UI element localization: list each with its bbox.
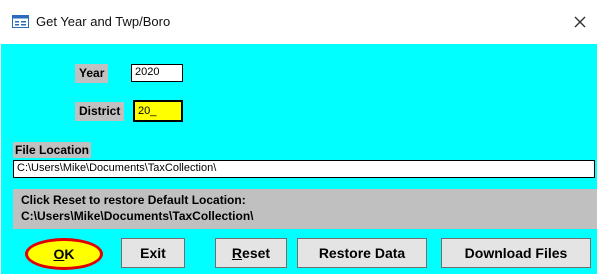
reset-button[interactable]: Reset [215, 238, 287, 268]
reset-info-line2: C:\Users\Mike\Documents\TaxCollection\ [21, 209, 254, 223]
year-label: Year [75, 64, 109, 83]
ok-label-rest: K [64, 246, 75, 262]
close-icon[interactable] [566, 8, 594, 36]
form-body: Year 2020 District 20_ File Location C:\… [1, 44, 597, 274]
district-field[interactable]: 20_ [133, 100, 183, 122]
title-bar[interactable]: Get Year and Twp/Boro [0, 0, 598, 44]
reset-accel: R [231, 245, 243, 261]
exit-button[interactable]: Exit [121, 238, 185, 268]
district-label: District [75, 102, 125, 121]
window-title: Get Year and Twp/Boro [36, 14, 171, 29]
reset-info-panel: Click Reset to restore Default Location:… [13, 189, 597, 229]
year-field[interactable]: 2020 [131, 64, 183, 82]
ok-accel: O [53, 246, 65, 262]
ok-button[interactable]: OK [25, 238, 103, 270]
dialog-window: Get Year and Twp/Boro Year 2020 District… [0, 0, 598, 274]
restore-data-button[interactable]: Restore Data [297, 238, 427, 268]
download-files-button[interactable]: Download Files [441, 238, 591, 268]
file-location-field[interactable]: C:\Users\Mike\Documents\TaxCollection\ [13, 160, 595, 178]
reset-info-line1: Click Reset to restore Default Location: [21, 193, 246, 207]
file-location-label: File Location [13, 142, 92, 158]
form-window-icon [12, 15, 29, 28]
reset-label-rest: eset [242, 245, 271, 261]
